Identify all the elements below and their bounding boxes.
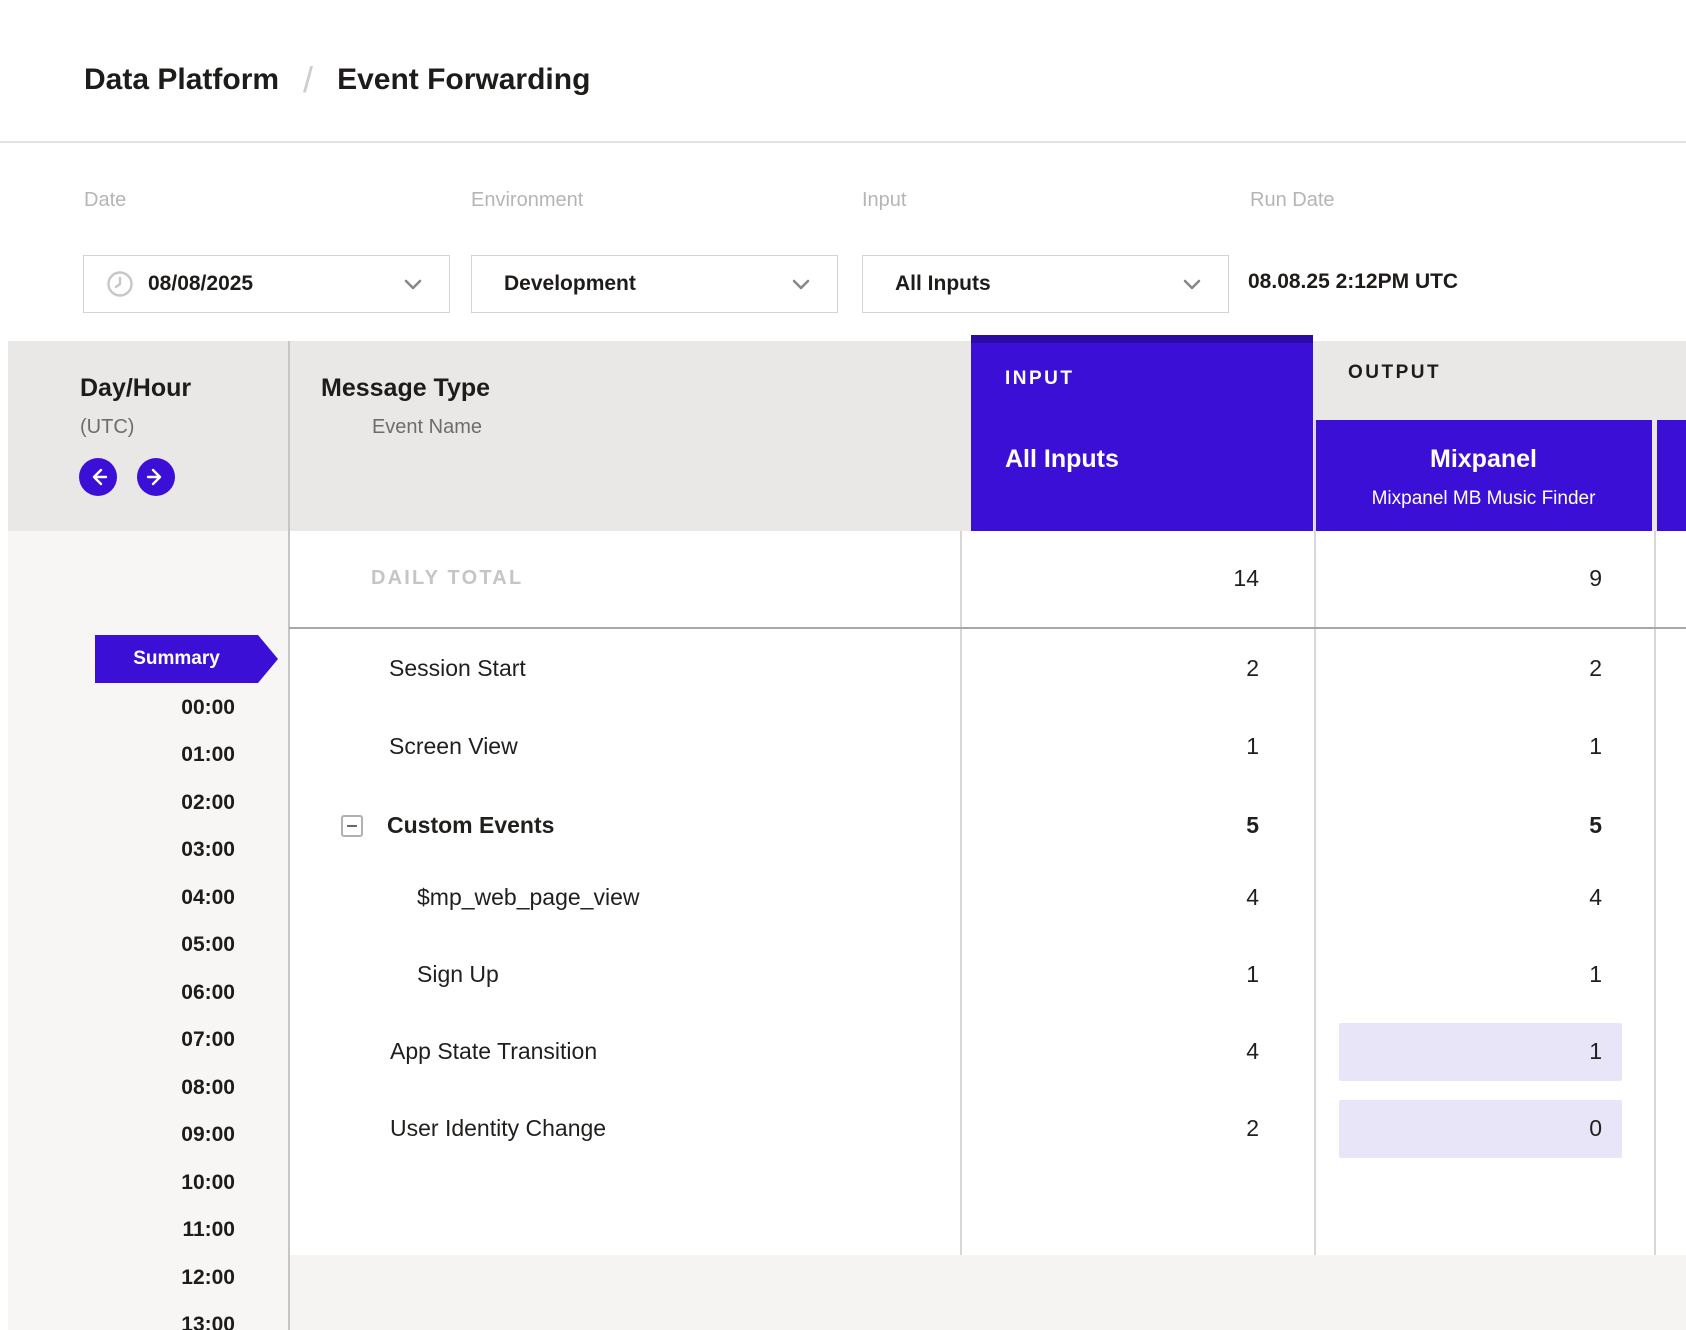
breadcrumb-item-data-platform[interactable]: Data Platform: [84, 63, 279, 97]
row-label: User Identity Change: [390, 1115, 606, 1142]
header-divider: [0, 141, 1686, 143]
hour-item[interactable]: 04:00: [8, 886, 235, 910]
row-output-value: 5: [1315, 812, 1602, 839]
environment-value: Development: [504, 272, 636, 296]
chevron-down-icon: [789, 272, 813, 296]
row-label: Session Start: [389, 655, 526, 682]
hour-item[interactable]: 11:00: [8, 1218, 235, 1242]
row-label: Screen View: [389, 733, 518, 760]
daily-total-input-value: 14: [961, 565, 1259, 592]
chevron-down-icon: [401, 272, 425, 296]
event-forwarding-page: Data Platform / Event Forwarding Date En…: [0, 0, 1686, 1330]
arrow-right-icon: [145, 466, 167, 488]
output-column-header[interactable]: Mixpanel Mixpanel MB Music Finder: [1315, 420, 1652, 531]
table-footer-band: [289, 1255, 1686, 1330]
input-value: All Inputs: [895, 272, 991, 296]
row-output-value: 1: [1315, 961, 1602, 988]
environment-filter-label: Environment: [471, 189, 583, 212]
breadcrumb-separator-icon: /: [303, 59, 313, 101]
daily-total-divider: [289, 627, 1686, 629]
summary-badge-label: Summary: [133, 648, 220, 670]
hour-item[interactable]: 05:00: [8, 933, 235, 957]
event-name-subtitle: Event Name: [321, 416, 533, 439]
row-input-value: 5: [961, 812, 1259, 839]
arrow-left-icon: [87, 466, 109, 488]
row-input-value: 2: [961, 655, 1259, 682]
hour-item[interactable]: 06:00: [8, 981, 235, 1005]
output-column-subtitle: Mixpanel MB Music Finder: [1315, 488, 1652, 510]
row-label: $mp_web_page_view: [417, 884, 640, 911]
row-output-value: 4: [1315, 884, 1602, 911]
prev-day-button[interactable]: [79, 458, 117, 496]
daily-total-output-value: 9: [1315, 565, 1602, 592]
hour-item[interactable]: 09:00: [8, 1123, 235, 1147]
row-output-value: 2: [1315, 655, 1602, 682]
daily-total-label: DAILY TOTAL: [371, 567, 523, 590]
date-dropdown[interactable]: 08/08/2025: [83, 255, 450, 313]
hour-item[interactable]: 03:00: [8, 838, 235, 862]
output-column-header-partial: [1657, 420, 1686, 531]
input-column-accent: [971, 335, 1313, 343]
hour-item[interactable]: 10:00: [8, 1171, 235, 1195]
chevron-down-icon: [1180, 272, 1204, 296]
row-output-value: 1: [1315, 733, 1602, 760]
output-section-label: OUTPUT: [1348, 362, 1441, 384]
hour-item[interactable]: 08:00: [8, 1076, 235, 1100]
next-day-button[interactable]: [137, 458, 175, 496]
environment-dropdown[interactable]: Development: [471, 255, 838, 313]
breadcrumb: Data Platform / Event Forwarding: [84, 55, 590, 105]
clock-icon: [106, 270, 134, 298]
input-dropdown[interactable]: All Inputs: [862, 255, 1229, 313]
row-input-value: 4: [961, 884, 1259, 911]
input-column-header: INPUT All Inputs: [971, 335, 1313, 531]
row-label: Sign Up: [417, 961, 499, 988]
date-filter-label: Date: [84, 189, 126, 212]
date-value: 08/08/2025: [148, 272, 253, 296]
row-label: Custom Events: [387, 812, 554, 839]
row-label: App State Transition: [390, 1038, 597, 1065]
row-input-value: 1: [961, 961, 1259, 988]
hour-item[interactable]: 13:00: [8, 1313, 235, 1330]
hour-item[interactable]: 12:00: [8, 1266, 235, 1290]
collapse-minus-icon[interactable]: [341, 815, 363, 837]
day-hour-header: Day/Hour: [80, 374, 191, 403]
row-input-value: 4: [961, 1038, 1259, 1065]
breadcrumb-item-event-forwarding[interactable]: Event Forwarding: [337, 63, 590, 97]
hour-item[interactable]: 02:00: [8, 791, 235, 815]
day-hour-subtitle: (UTC): [80, 416, 134, 439]
row-output-value: 0: [1315, 1115, 1602, 1142]
run-date-label: Run Date: [1250, 189, 1335, 212]
summary-badge[interactable]: Summary: [95, 635, 258, 683]
day-hour-column-divider: [288, 341, 290, 1330]
output-column-divider: [1654, 531, 1656, 1255]
run-date-value: 08.08.25 2:12PM UTC: [1248, 270, 1458, 294]
hour-item[interactable]: 01:00: [8, 743, 235, 767]
hour-item[interactable]: 00:00: [8, 696, 235, 720]
row-input-value: 2: [961, 1115, 1259, 1142]
summary-badge-arrow-icon: [258, 635, 278, 683]
row-output-value: 1: [1315, 1038, 1602, 1065]
input-filter-label: Input: [862, 189, 906, 212]
row-input-value: 1: [961, 733, 1259, 760]
output-column-name: Mixpanel: [1315, 445, 1652, 474]
hour-item[interactable]: 07:00: [8, 1028, 235, 1052]
message-type-header: Message Type: [321, 374, 490, 403]
input-section-label: INPUT: [1005, 368, 1075, 390]
input-column-name: All Inputs: [1005, 445, 1119, 474]
